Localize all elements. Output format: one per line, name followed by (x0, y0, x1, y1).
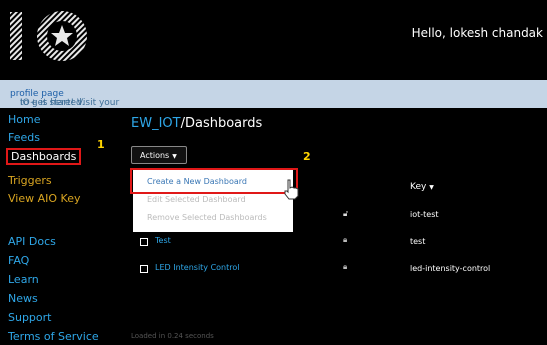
top-bar: Hello, lokesh chandak (0, 0, 547, 72)
sidebar-item-terms[interactable]: Terms of Service (8, 330, 99, 343)
sidebar-item-faq[interactable]: FAQ (8, 254, 29, 267)
highlight-box (130, 168, 298, 194)
actions-label: Actions (140, 151, 170, 160)
breadcrumb: EW_IOT/Dashboards (131, 116, 262, 131)
actions-dropdown-button[interactable]: Actions ▼ (131, 146, 187, 164)
io-logo-icon[interactable] (8, 8, 98, 64)
sidebar-item-feeds[interactable]: Feeds (8, 131, 40, 144)
breadcrumb-user[interactable]: EW_IOT (131, 116, 181, 131)
row-key: led-intensity-control (410, 264, 491, 273)
row-name-link[interactable]: LED Intensity Control (155, 263, 240, 272)
annotation-step-2: 2 (303, 150, 311, 163)
key-header-label: Key (410, 182, 427, 192)
row-key: iot-test (410, 210, 439, 219)
row-checkbox[interactable] (140, 238, 148, 246)
annotation-step-1: 1 (97, 138, 105, 151)
sidebar-item-home[interactable]: Home (8, 113, 40, 126)
banner-text: IO+ is here! Visit your profile page to … (10, 89, 119, 108)
lock-icon: 🔒︎ (343, 262, 348, 271)
sidebar-item-dashboards[interactable]: Dashboards (6, 148, 82, 165)
menu-item-edit-dashboard[interactable]: Edit Selected Dashboard (147, 195, 246, 204)
column-header-key[interactable]: Key ▼ (410, 182, 434, 192)
row-key: test (410, 237, 426, 246)
sidebar-item-api-docs[interactable]: API Docs (8, 235, 56, 248)
caret-down-icon: ▼ (429, 184, 434, 191)
lock-icon: 🔒︎ (343, 235, 348, 244)
info-banner: IO+ is here! Visit your profile page to … (0, 80, 547, 108)
banner-suffix: to get started. (20, 98, 85, 108)
row-name-link[interactable]: Test (155, 236, 171, 245)
caret-down-icon: ▼ (172, 153, 177, 160)
sidebar-item-triggers[interactable]: Triggers (8, 174, 52, 187)
sidebar-item-view-aio-key[interactable]: View AIO Key (8, 192, 80, 205)
unlock-icon: 🔓︎ (343, 209, 349, 218)
row-checkbox[interactable] (140, 265, 148, 273)
user-greeting: Hello, lokesh chandak (411, 26, 543, 40)
sidebar-item-support[interactable]: Support (8, 311, 51, 324)
breadcrumb-page: Dashboards (184, 116, 263, 131)
load-time: Loaded in 0.24 seconds (131, 332, 214, 340)
hand-cursor-icon (284, 179, 299, 200)
sidebar-item-learn[interactable]: Learn (8, 273, 39, 286)
menu-item-remove-dashboards[interactable]: Remove Selected Dashboards (147, 213, 267, 222)
sidebar-item-news[interactable]: News (8, 292, 38, 305)
